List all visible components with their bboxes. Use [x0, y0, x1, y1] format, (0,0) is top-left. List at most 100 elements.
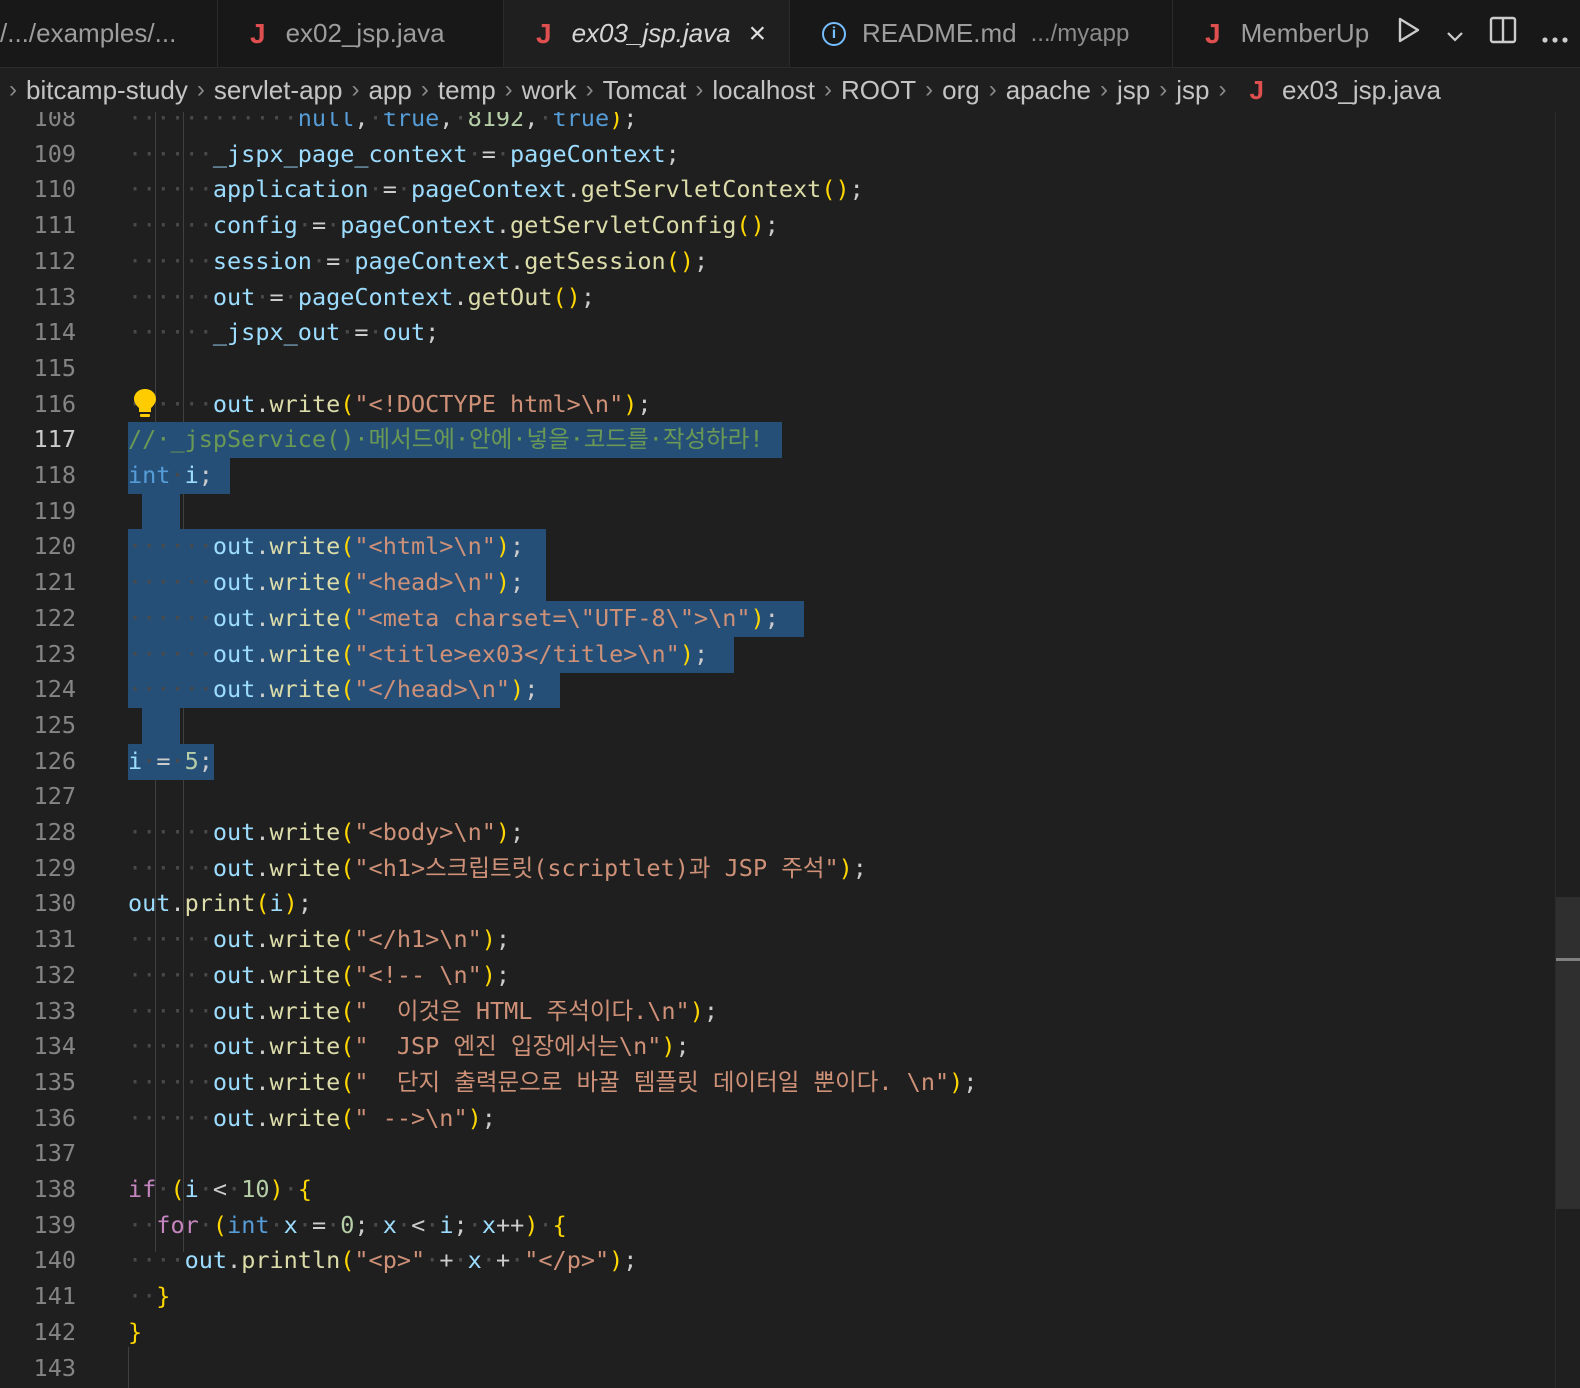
code-line[interactable]: 114 ······_jspx_out·=·out;	[0, 314, 1556, 350]
java-icon: J	[1249, 74, 1264, 105]
code-text[interactable]: ······out.write("</h1>\n");	[128, 921, 510, 957]
tab-readme-md[interactable]: i README.md .../myapp	[790, 0, 1173, 67]
code-line[interactable]: 115	[0, 350, 1556, 386]
code-line[interactable]: 136 ······out.write(" -->\n");	[0, 1100, 1556, 1136]
breadcrumb-item[interactable]: ROOT	[841, 75, 916, 106]
editor-tab-bar: /.../examples/... J ex02_jsp.java J ex03…	[0, 0, 1580, 68]
code-text[interactable]: ············null,·true,·8192,·true);	[128, 112, 637, 136]
tab-memberup[interactable]: J MemberUp	[1173, 0, 1391, 67]
code-line[interactable]: 113 ······out·=·pageContext.getOut();	[0, 279, 1556, 315]
vertical-scrollbar[interactable]	[1555, 112, 1580, 1388]
code-line[interactable]: 127	[0, 778, 1556, 814]
code-text[interactable]: ······out.write("<!-- \n");	[128, 957, 510, 993]
breadcrumb-item[interactable]: temp	[438, 75, 496, 106]
code-text[interactable]: if·(i·<·10)·{	[128, 1171, 312, 1207]
code-text[interactable]: ······out·=·pageContext.getOut();	[128, 279, 595, 315]
code-line[interactable]: 112 ······session·=·pageContext.getSessio…	[0, 243, 1556, 279]
chevron-right-icon: ›	[420, 76, 429, 103]
code-text[interactable]: ······out.write(" JSP 엔진 입장에서는\n");	[128, 1028, 690, 1064]
tab-ex03-jsp-java[interactable]: J ex03_jsp.java ×	[504, 0, 790, 67]
code-text[interactable]: ······_jspx_page_context·=·pageContext;	[128, 136, 680, 172]
code-line[interactable]: 134 ······out.write(" JSP 엔진 입장에서는\n");	[0, 1028, 1556, 1064]
code-line[interactable]: 133 ······out.write(" 이것은 HTML 주석이다.\n");	[0, 993, 1556, 1029]
code-text[interactable]: ······out.write("<!DOCTYPE html>\n");	[128, 386, 652, 422]
code-line[interactable]: 131 ······out.write("</h1>\n");	[0, 921, 1556, 957]
code-line[interactable]: 137	[0, 1135, 1556, 1171]
code-text[interactable]: ······out.write("<title>ex03</title>\n")…	[128, 636, 708, 672]
code-text[interactable]: ······session·=·pageContext.getSession()…	[128, 243, 708, 279]
code-line[interactable]: 116 ······out.write("<!DOCTYPE html>\n");	[0, 386, 1556, 422]
code-line[interactable]: 128 ······out.write("<body>\n");	[0, 814, 1556, 850]
code-text[interactable]: ······out.write("<html>\n");	[128, 528, 524, 564]
code-text[interactable]: ······out.write("<body>\n");	[128, 814, 524, 850]
play-icon[interactable]	[1397, 17, 1421, 50]
code-text[interactable]: int·i;	[128, 457, 213, 493]
code-line[interactable]: 108 ············null,·true,·8192,·true);	[0, 112, 1556, 136]
code-line[interactable]: 126 i·=·5;	[0, 743, 1556, 779]
code-line[interactable]: 119	[0, 493, 1556, 529]
code-text[interactable]: out.print(i);	[128, 885, 312, 921]
breadcrumb-item[interactable]: servlet-app	[214, 75, 343, 106]
code-line[interactable]: 139 ··for·(int·x·=·0;·x·<·i;·x++)·{	[0, 1207, 1556, 1243]
code-text[interactable]: ······out.write("<head>\n");	[128, 564, 524, 600]
tab-ex02-jsp-java[interactable]: J ex02_jsp.java	[218, 0, 504, 67]
breadcrumb-item[interactable]: jsp	[1117, 75, 1150, 106]
code-text[interactable]: ······out.write("<h1>스크립트릿(scriptlet)과 J…	[128, 850, 867, 886]
tab-examples[interactable]: /.../examples/...	[0, 0, 218, 67]
breadcrumb-item[interactable]: Tomcat	[603, 75, 687, 106]
breadcrumb-item[interactable]: apache	[1006, 75, 1091, 106]
code-line[interactable]: 123 ······out.write("<title>ex03</title>\…	[0, 636, 1556, 672]
code-line[interactable]: 143	[0, 1350, 1556, 1386]
breadcrumb-item[interactable]: jsp	[1176, 75, 1209, 106]
code-line[interactable]: 125	[0, 707, 1556, 743]
code-text[interactable]: ······_jspx_out·=·out;	[128, 314, 439, 350]
code-text[interactable]: ······out.write(" 단지 출력문으로 바꿀 템플릿 데이터일 뿐…	[128, 1064, 977, 1100]
code-text[interactable]: ······config·=·pageContext.getServletCon…	[128, 207, 779, 243]
code-text[interactable]: ······application·=·pageContext.getServl…	[128, 171, 864, 207]
code-text[interactable]: ····out.println("<p>"·+·x·+·"</p>");	[128, 1242, 637, 1278]
breadcrumb-file[interactable]: ex03_jsp.java	[1282, 75, 1441, 106]
code-text[interactable]: ······out.write("</head>\n");	[128, 671, 538, 707]
code-line[interactable]: 142}	[0, 1314, 1556, 1350]
code-line[interactable]: 130 out.print(i);	[0, 885, 1556, 921]
java-icon: J	[536, 17, 552, 49]
split-editor-icon[interactable]	[1489, 16, 1517, 51]
code-text[interactable]: ··for·(int·x·=·0;·x·<·i;·x++)·{	[128, 1207, 567, 1243]
code-text[interactable]: ······out.write("<meta charset=\"UTF-8\"…	[128, 600, 779, 636]
code-line[interactable]: 140 ····out.println("<p>"·+·x·+·"</p>");	[0, 1242, 1556, 1278]
code-line[interactable]: 117 //·_jspService()·메서드에·안에·넣을·코드를·작성하라!	[0, 421, 1556, 457]
code-line[interactable]: 121 ······out.write("<head>\n");	[0, 564, 1556, 600]
line-number: 136	[33, 1103, 76, 1132]
code-text[interactable]: }	[128, 1314, 142, 1350]
code-text[interactable]: ······out.write(" -->\n");	[128, 1100, 496, 1136]
code-line[interactable]: 120 ······out.write("<html>\n");	[0, 528, 1556, 564]
code-text[interactable]: //·_jspService()·메서드에·안에·넣을·코드를·작성하라!	[128, 421, 764, 457]
breadcrumb-item[interactable]: bitcamp-study	[26, 75, 188, 106]
code-line[interactable]: 109 ······_jspx_page_context·=·pageContex…	[0, 136, 1556, 172]
code-text[interactable]: ······out.write(" 이것은 HTML 주석이다.\n");	[128, 993, 718, 1029]
line-number: 108	[33, 112, 76, 132]
scrollbar-thumb[interactable]	[1556, 897, 1580, 1209]
code-text[interactable]: ··}	[128, 1278, 170, 1314]
lightbulb-icon[interactable]	[132, 387, 158, 421]
code-line[interactable]: 118 int·i;	[0, 457, 1556, 493]
code-line[interactable]: 122 ······out.write("<meta charset=\"UTF-…	[0, 600, 1556, 636]
more-actions-icon[interactable]	[1541, 17, 1568, 50]
code-line[interactable]: 141 ··}	[0, 1278, 1556, 1314]
code-line[interactable]: 110 ······application·=·pageContext.getSe…	[0, 171, 1556, 207]
code-line[interactable]: 129 ······out.write("<h1>스크립트릿(scriptlet)…	[0, 850, 1556, 886]
code-line[interactable]: 124 ······out.write("</head>\n");	[0, 671, 1556, 707]
code-editor[interactable]: 108 ············null,·true,·8192,·true); 1…	[0, 112, 1580, 1388]
breadcrumb-item[interactable]: app	[368, 75, 411, 106]
breadcrumb-item[interactable]: org	[942, 75, 980, 106]
chevron-down-icon[interactable]	[1446, 17, 1464, 50]
breadcrumb-item[interactable]: localhost	[712, 75, 815, 106]
close-icon[interactable]: ×	[749, 17, 767, 51]
code-text[interactable]: i·=·5;	[128, 743, 213, 779]
line-number: 139	[33, 1210, 76, 1239]
breadcrumb-item[interactable]: work	[522, 75, 577, 106]
code-line[interactable]: 138 if·(i·<·10)·{	[0, 1171, 1556, 1207]
code-line[interactable]: 132 ······out.write("<!-- \n");	[0, 957, 1556, 993]
code-line[interactable]: 135 ······out.write(" 단지 출력문으로 바꿀 템플릿 데이터…	[0, 1064, 1556, 1100]
code-line[interactable]: 111 ······config·=·pageContext.getServlet…	[0, 207, 1556, 243]
